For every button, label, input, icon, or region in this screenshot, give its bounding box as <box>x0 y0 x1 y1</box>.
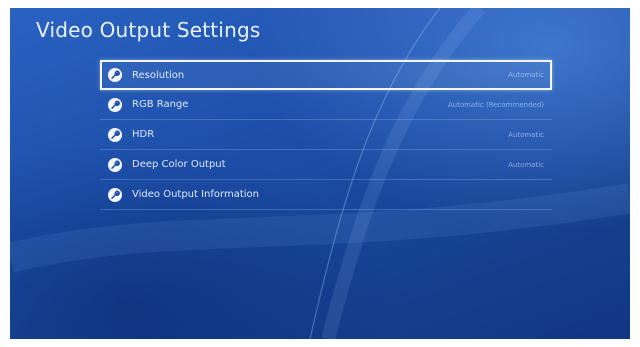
menu-item-label: RGB Range <box>132 99 189 110</box>
menu-item-label: Deep Color Output <box>132 159 226 170</box>
menu-item-label: Video Output Information <box>132 189 259 200</box>
menu-item-value: Automatic <box>508 130 544 139</box>
page-title: Video Output Settings <box>36 18 261 42</box>
menu-item-value: Automatic <box>508 71 544 79</box>
menu-item-rgb-range[interactable]: RGB Range Automatic (Recommended) <box>100 90 552 120</box>
settings-menu: Resolution Automatic RGB Range Automatic… <box>100 60 552 210</box>
menu-item-label: HDR <box>132 129 155 140</box>
menu-item-label: Resolution <box>132 69 185 81</box>
wrench-icon <box>108 157 122 172</box>
wrench-icon <box>108 68 122 82</box>
menu-item-video-output-information[interactable]: Video Output Information <box>100 180 552 210</box>
wrench-icon <box>108 127 122 142</box>
menu-item-resolution[interactable]: Resolution Automatic <box>100 60 552 90</box>
menu-item-value: Automatic (Recommended) <box>447 100 544 109</box>
wrench-icon <box>108 187 122 202</box>
settings-screen: Video Output Settings Resolution Automat… <box>10 8 630 339</box>
menu-item-hdr[interactable]: HDR Automatic <box>100 120 552 150</box>
wrench-icon <box>108 97 122 112</box>
menu-item-deep-color-output[interactable]: Deep Color Output Automatic <box>100 150 552 180</box>
menu-item-value: Automatic <box>508 160 544 169</box>
